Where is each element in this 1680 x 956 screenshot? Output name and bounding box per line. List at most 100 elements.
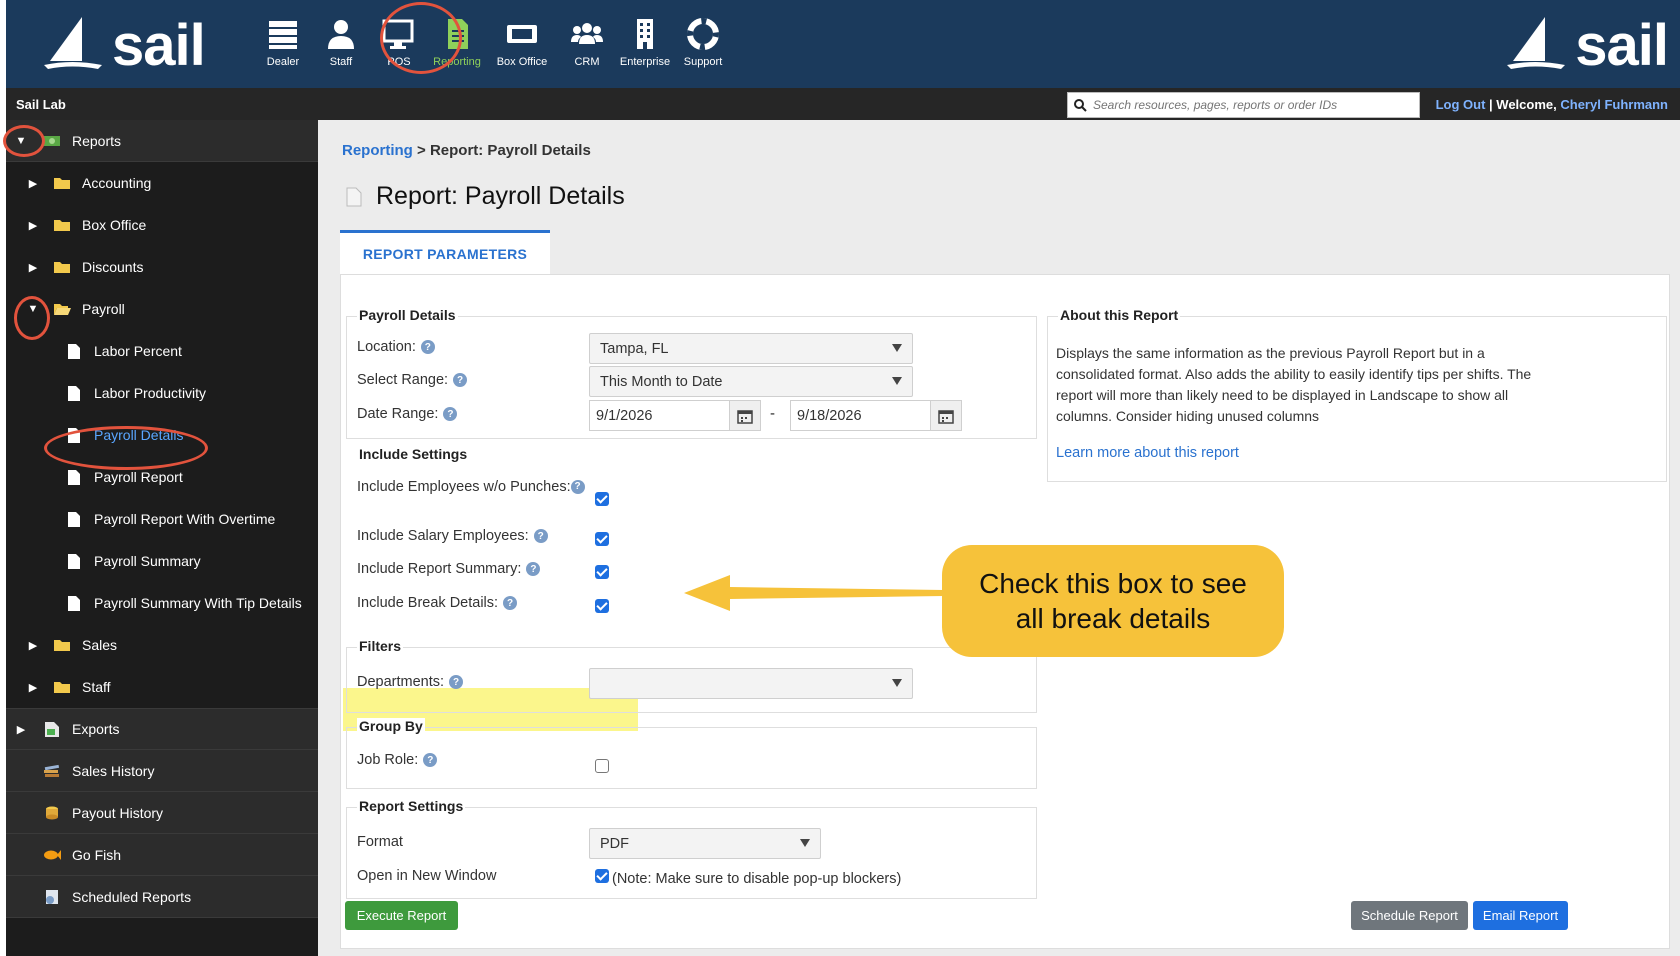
callout-arrow-icon <box>684 575 944 611</box>
select-range-select[interactable]: This Month to Date <box>589 366 913 397</box>
user-name-link[interactable]: Cheryl Fuhrmann <box>1560 97 1668 112</box>
label-text: Include Salary Employees: <box>357 528 529 544</box>
staff-icon <box>321 16 361 52</box>
format-select[interactable]: PDF <box>589 828 821 859</box>
reporting-icon <box>437 16 477 52</box>
section-legend: Filters <box>357 638 404 654</box>
sidebar-item-staff[interactable]: ▶ Staff <box>6 666 318 708</box>
brand-name: sail <box>1575 12 1669 78</box>
chevron-down-icon <box>892 377 902 385</box>
sidebar-item-exports[interactable]: ▶ Exports <box>6 708 318 750</box>
search-box[interactable] <box>1067 92 1420 118</box>
about-description: Displays the same information as the pre… <box>1056 345 1532 424</box>
section-legend: About this Report <box>1058 307 1181 323</box>
nav-pos[interactable]: POS <box>370 16 428 68</box>
learn-more-link[interactable]: Learn more about this report <box>1056 445 1239 461</box>
job-role-checkbox[interactable] <box>595 759 609 773</box>
help-icon[interactable]: ? <box>570 480 585 494</box>
sail-logo[interactable]: sail <box>42 12 206 78</box>
help-icon[interactable]: ? <box>453 373 468 387</box>
breadcrumb-link-reporting[interactable]: Reporting <box>342 142 413 159</box>
sidebar-item-scheduled-reports[interactable]: Scheduled Reports <box>6 876 318 918</box>
tab-report-parameters[interactable]: REPORT PARAMETERS <box>340 230 550 274</box>
label-text: Include Employees w/o Punches: <box>357 479 571 495</box>
expand-arrow-icon[interactable]: ▶ <box>26 681 40 694</box>
help-icon[interactable]: ? <box>526 562 541 576</box>
collapse-arrow-icon[interactable]: ▼ <box>26 303 40 315</box>
include-employees-label: Include Employees w/o Punches:? <box>357 476 597 498</box>
expand-arrow-icon[interactable]: ▶ <box>26 177 40 190</box>
include-summary-checkbox[interactable] <box>595 565 609 579</box>
date-from-input[interactable]: 9/1/2026 <box>589 400 730 431</box>
nav-label: Support <box>683 56 723 68</box>
departments-select[interactable] <box>589 668 913 699</box>
main-nav: Dealer Staff POS Reporting Box Office CR… <box>254 16 732 68</box>
sidebar-item-payroll-report[interactable]: Payroll Report <box>6 456 318 498</box>
sidebar-item-reports[interactable]: ▼ Reports <box>6 120 318 162</box>
location-select[interactable]: Tampa, FL <box>589 333 913 364</box>
date-to-input[interactable]: 9/18/2026 <box>790 400 931 431</box>
nav-staff[interactable]: Staff <box>312 16 370 68</box>
brand-name: sail <box>112 12 206 78</box>
expand-arrow-icon[interactable]: ▶ <box>14 723 28 736</box>
expand-arrow-icon[interactable]: ▶ <box>26 639 40 652</box>
help-icon[interactable]: ? <box>420 340 435 354</box>
nav-enterprise[interactable]: Enterprise <box>616 16 674 68</box>
sidebar-item-payroll-summary[interactable]: Payroll Summary <box>6 540 318 582</box>
building-icon <box>625 16 665 52</box>
open-new-window-checkbox[interactable] <box>595 869 609 883</box>
sidebar-item-payout-history[interactable]: Payout History <box>6 792 318 834</box>
location-name: Sail Lab <box>16 97 66 112</box>
separator: | <box>1489 97 1493 112</box>
sidebar-item-sales-history[interactable]: Sales History <box>6 750 318 792</box>
sidebar-item-label: Sales History <box>72 762 155 779</box>
calendar-icon[interactable] <box>930 400 962 431</box>
sidebar-item-accounting[interactable]: ▶ Accounting <box>6 162 318 204</box>
nav-label: Box Office <box>496 56 548 68</box>
sidebar-item-box-office[interactable]: ▶ Box Office <box>6 204 318 246</box>
include-salary-checkbox[interactable] <box>595 532 609 546</box>
sidebar-item-go-fish[interactable]: Go Fish <box>6 834 318 876</box>
sidebar-item-payroll-details[interactable]: Payroll Details <box>6 414 318 456</box>
section-legend: Include Settings <box>359 446 468 462</box>
nav-crm[interactable]: CRM <box>558 16 616 68</box>
label-text: Format <box>357 834 403 850</box>
include-break-checkbox[interactable] <box>595 599 609 613</box>
folder-icon <box>52 216 72 234</box>
help-icon[interactable]: ? <box>533 529 548 543</box>
sidebar-item-label: Labor Productivity <box>94 385 207 401</box>
coins-icon <box>42 804 62 822</box>
nav-reporting[interactable]: Reporting <box>428 16 486 68</box>
sidebar-item-payroll[interactable]: ▼ Payroll <box>6 288 318 330</box>
nav-box-office[interactable]: Box Office <box>486 16 558 68</box>
format-label: Format <box>357 834 403 850</box>
sidebar-item-labor-percent[interactable]: Labor Percent <box>6 330 318 372</box>
sidebar-item-discounts[interactable]: ▶ Discounts <box>6 246 318 288</box>
schedule-report-button[interactable]: Schedule Report <box>1351 901 1468 930</box>
sidebar-item-sales[interactable]: ▶ Sales <box>6 624 318 666</box>
nav-dealer[interactable]: Dealer <box>254 16 312 68</box>
expand-arrow-icon[interactable]: ▶ <box>26 261 40 274</box>
search-input[interactable] <box>1093 98 1413 112</box>
sidebar-item-label: Reports <box>72 132 122 149</box>
collapse-arrow-icon[interactable]: ▼ <box>14 135 28 147</box>
help-icon[interactable]: ? <box>423 753 438 767</box>
pos-icon <box>379 16 419 52</box>
sidebar-item-payroll-summary-tips[interactable]: Payroll Summary With Tip Details <box>6 582 318 624</box>
execute-report-button[interactable]: Execute Report <box>345 901 458 930</box>
breadcrumb-current: Report: Payroll Details <box>429 142 591 159</box>
help-icon[interactable]: ? <box>443 407 458 421</box>
sidebar-item-labor-productivity[interactable]: Labor Productivity <box>6 372 318 414</box>
breadcrumb: Reporting > Report: Payroll Details <box>342 142 591 159</box>
logout-link[interactable]: Log Out <box>1436 97 1486 112</box>
document-icon <box>64 510 84 528</box>
help-icon[interactable]: ? <box>503 596 518 610</box>
help-icon[interactable]: ? <box>449 675 464 689</box>
calendar-icon[interactable] <box>729 400 761 431</box>
include-employees-checkbox[interactable] <box>595 492 609 506</box>
nav-support[interactable]: Support <box>674 16 732 68</box>
sidebar-item-payroll-report-overtime[interactable]: Payroll Report With Overtime <box>6 498 318 540</box>
email-report-button[interactable]: Email Report <box>1473 901 1568 930</box>
expand-arrow-icon[interactable]: ▶ <box>26 219 40 232</box>
include-salary-label: Include Salary Employees:? <box>357 528 548 544</box>
